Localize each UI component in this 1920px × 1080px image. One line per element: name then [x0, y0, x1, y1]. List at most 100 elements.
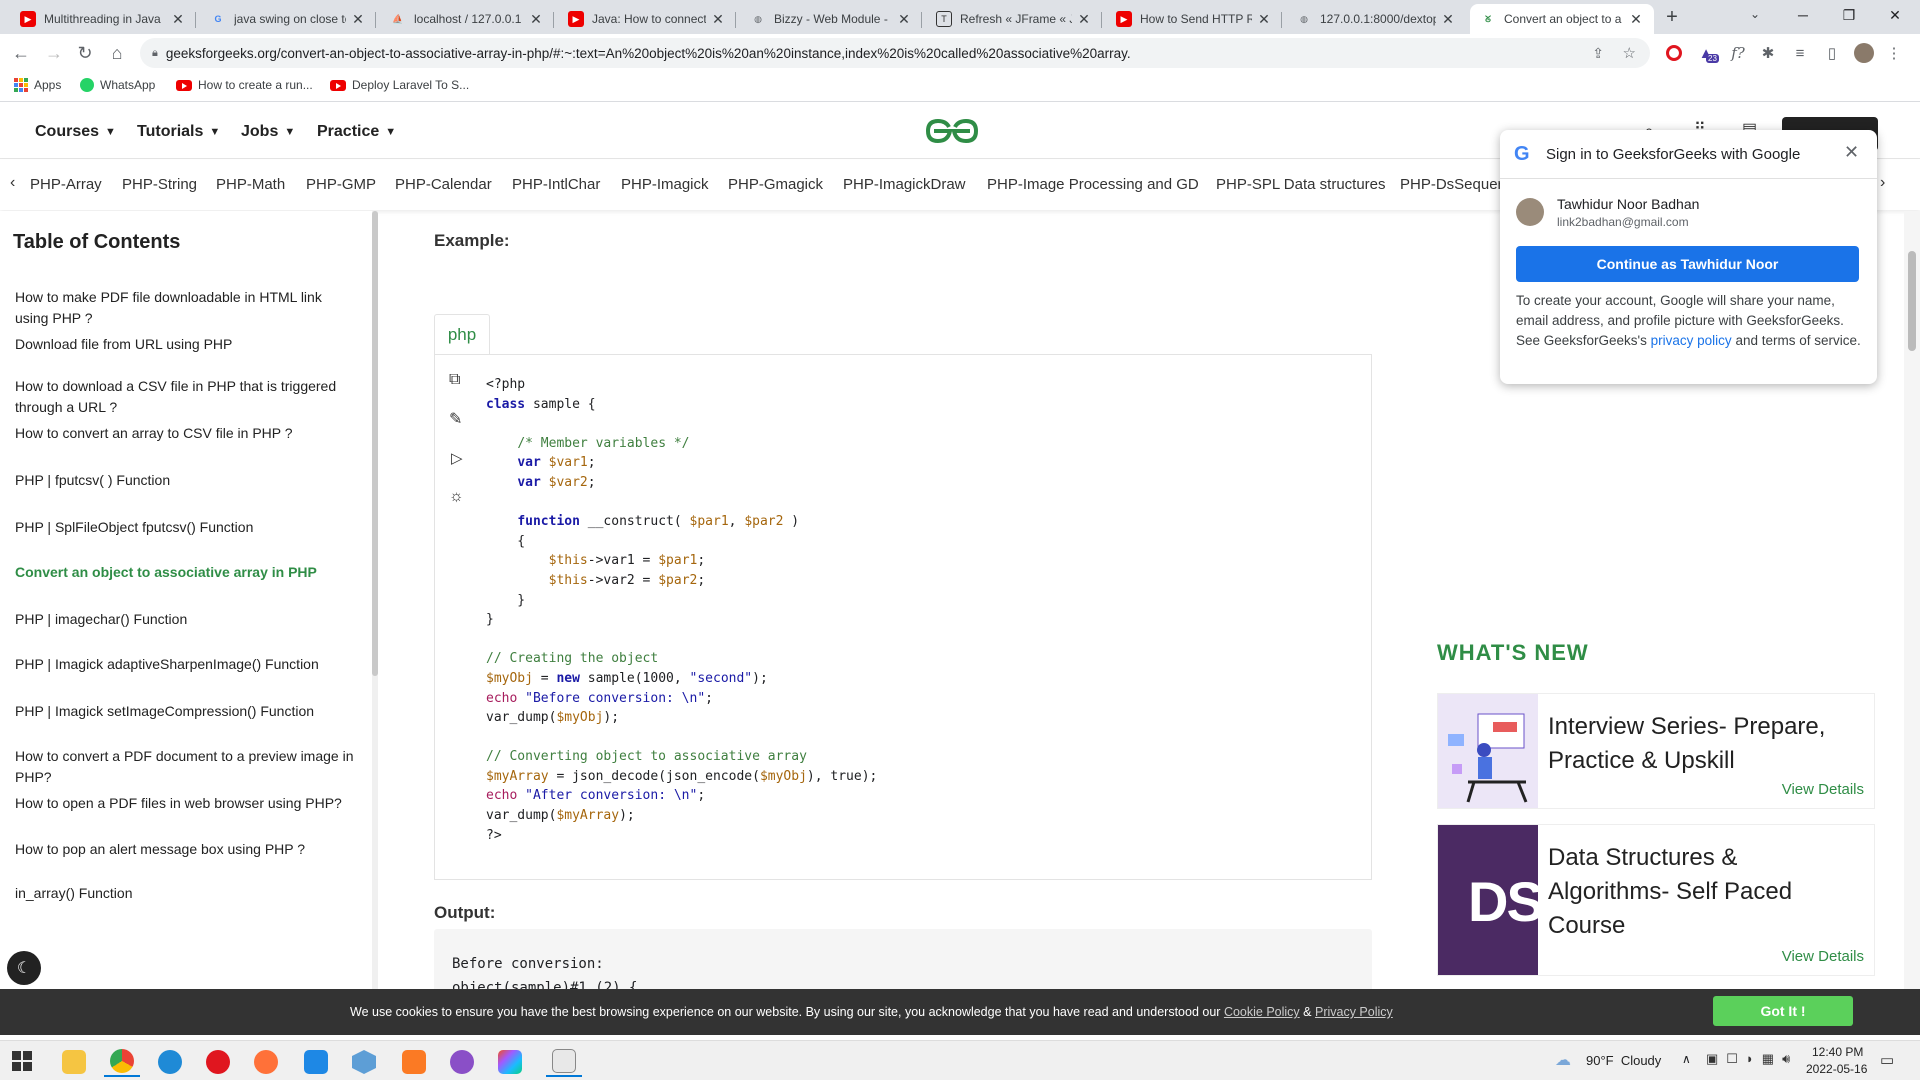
edit-icon[interactable]: ✎: [449, 409, 462, 429]
close-icon[interactable]: ✕: [1844, 142, 1859, 163]
bookmark-star-icon[interactable]: ☆: [1623, 44, 1636, 62]
toc-item[interactable]: Download file from URL using PHP: [15, 334, 355, 355]
bookmark-create-run[interactable]: How to create a run...: [176, 78, 313, 92]
home-icon[interactable]: ⌂: [106, 42, 128, 64]
subnav-item[interactable]: PHP-IntlChar: [512, 176, 600, 193]
copy-icon[interactable]: ⧉: [449, 371, 460, 389]
menu-practice[interactable]: Practice ▼: [317, 123, 396, 141]
toc-item[interactable]: in_array() Function: [15, 883, 355, 904]
subnav-item[interactable]: PHP-String: [122, 176, 197, 193]
subnav-item[interactable]: PHP-GMP: [306, 176, 376, 193]
toc-item[interactable]: How to pop an alert message box using PH…: [15, 839, 355, 860]
minimize-icon[interactable]: ─: [1780, 0, 1826, 30]
privacy-policy-link[interactable]: privacy policy: [1651, 333, 1732, 348]
dark-mode-toggle[interactable]: ☾: [7, 951, 41, 985]
toc-item[interactable]: PHP | Imagick setImageCompression() Func…: [15, 701, 355, 722]
toc-item[interactable]: How to make PDF file downloadable in HTM…: [15, 287, 355, 329]
clock-time[interactable]: 12:40 PM: [1812, 1045, 1863, 1059]
close-tab-icon[interactable]: ✕: [350, 11, 366, 28]
page-scrollbar[interactable]: [1904, 211, 1920, 989]
bookmark-apps[interactable]: Apps: [14, 78, 61, 92]
toc-item[interactable]: PHP | SplFileObject fputcsv() Function: [15, 517, 355, 538]
file-explorer-icon[interactable]: [56, 1047, 92, 1077]
new-tab-button[interactable]: +: [1660, 5, 1684, 29]
xampp-icon[interactable]: [396, 1047, 432, 1077]
gfg-logo[interactable]: [922, 115, 982, 152]
close-tab-icon[interactable]: ✕: [1076, 11, 1092, 28]
tray-chevron-icon[interactable]: ∧: [1682, 1052, 1691, 1066]
subnav-item[interactable]: PHP-Math: [216, 176, 285, 193]
bookmark-whatsapp[interactable]: WhatsApp: [80, 78, 155, 92]
close-tab-icon[interactable]: ✕: [1628, 11, 1644, 28]
subnav-item[interactable]: PHP-Array: [30, 176, 102, 193]
cookie-policy-link[interactable]: Cookie Policy: [1224, 1005, 1300, 1019]
restore-icon[interactable]: ❐: [1826, 0, 1872, 30]
toc-item[interactable]: PHP | fputcsv( ) Function: [15, 470, 355, 491]
windows-start-icon[interactable]: [12, 1051, 32, 1071]
browser-tab[interactable]: T Refresh « JFrame « Jav ✕: [926, 4, 1102, 34]
toc-item[interactable]: Convert an object to associative array i…: [15, 562, 355, 583]
browser-tab[interactable]: ▶ Java: How to connect ✕: [558, 4, 736, 34]
github-icon[interactable]: [444, 1047, 480, 1077]
subnav-item[interactable]: PHP-SPL Data structures: [1216, 176, 1386, 193]
opera-extension-icon[interactable]: [1664, 43, 1684, 63]
browser-tab[interactable]: ▶ How to Send HTTP Re ✕: [1106, 4, 1282, 34]
close-tab-icon[interactable]: ✕: [896, 11, 912, 28]
privacy-policy-link[interactable]: Privacy Policy: [1315, 1005, 1393, 1019]
browser-tab[interactable]: ▶ Multithreading in Java ✕: [10, 4, 196, 34]
subnav-item[interactable]: PHP-Image Processing and GD: [987, 176, 1199, 193]
course-card-interview[interactable]: Interview Series- Prepare, Practice & Up…: [1437, 693, 1875, 809]
menu-jobs[interactable]: Jobs ▼: [241, 123, 295, 141]
forward-icon[interactable]: →: [43, 42, 65, 64]
toc-item[interactable]: How to convert an array to CSV file in P…: [15, 423, 355, 444]
profile-avatar[interactable]: [1854, 43, 1874, 63]
continue-button[interactable]: Continue as Tawhidur Noor: [1516, 246, 1859, 282]
extension-badge-icon[interactable]: ▲ 23: [1696, 43, 1719, 63]
subnav-item[interactable]: PHP-Gmagick: [728, 176, 823, 193]
subnav-item[interactable]: PHP-DsSequer: [1400, 176, 1503, 193]
chevron-left-icon[interactable]: ‹: [10, 174, 15, 192]
browser-tab[interactable]: ◍ Bizzy - Web Module - ✕: [740, 4, 922, 34]
browser-tab[interactable]: ᘜ Convert an object to a ✕: [1470, 4, 1654, 34]
bookmark-deploy-laravel[interactable]: Deploy Laravel To S...: [330, 78, 469, 92]
close-tab-icon[interactable]: ✕: [710, 11, 726, 28]
code-tab-php[interactable]: php: [434, 314, 490, 356]
side-panel-icon[interactable]: ▯: [1822, 43, 1842, 63]
back-icon[interactable]: ←: [10, 42, 32, 64]
vscode-icon[interactable]: [298, 1047, 334, 1077]
browser-tab[interactable]: Gjava swing on close to ✕: [200, 4, 376, 34]
tab-search-icon[interactable]: ⌄: [1750, 7, 1760, 21]
tray-icons[interactable]: ▣☐◗▦🔊︎: [1706, 1051, 1798, 1067]
toc-item[interactable]: PHP | imagechar() Function: [15, 609, 355, 630]
view-details-link[interactable]: View Details: [1782, 781, 1864, 798]
extensions-puzzle-icon[interactable]: ✱: [1758, 43, 1778, 63]
sidebar-scrollbar[interactable]: [372, 211, 378, 989]
chevron-right-icon[interactable]: ›: [1880, 174, 1885, 192]
notification-center-icon[interactable]: ▭: [1880, 1051, 1894, 1069]
toc-item[interactable]: How to open a PDF files in web browser u…: [15, 793, 355, 814]
address-bar[interactable]: 🔒︎ geeksforgeeks.org/convert-an-object-t…: [140, 38, 1650, 68]
run-icon[interactable]: ▷: [451, 449, 463, 467]
figma-icon[interactable]: [492, 1047, 528, 1077]
opera-icon[interactable]: [200, 1047, 236, 1077]
theme-icon[interactable]: ☼: [449, 488, 464, 506]
edge-icon[interactable]: [152, 1047, 188, 1077]
share-icon[interactable]: ⇪: [1592, 45, 1604, 62]
firefox-icon[interactable]: [248, 1047, 284, 1077]
close-tab-icon[interactable]: ✕: [1440, 11, 1456, 28]
close-window-icon[interactable]: ✕: [1872, 0, 1918, 30]
reading-list-icon[interactable]: ≡: [1790, 43, 1810, 63]
java-icon[interactable]: [546, 1047, 582, 1077]
toc-item[interactable]: How to download a CSV file in PHP that i…: [15, 376, 355, 418]
browser-menu-icon[interactable]: ⋮: [1884, 43, 1904, 63]
formula-extension-icon[interactable]: f?: [1728, 43, 1748, 63]
subnav-item[interactable]: PHP-ImagickDraw: [843, 176, 966, 193]
menu-courses[interactable]: Courses ▼: [35, 123, 116, 141]
reload-icon[interactable]: ↻: [74, 42, 96, 64]
clock-date[interactable]: 2022-05-16: [1806, 1062, 1867, 1076]
close-tab-icon[interactable]: ✕: [1256, 11, 1272, 28]
weather-text[interactable]: 90°F Cloudy: [1586, 1053, 1661, 1068]
browser-tab[interactable]: ⛵ localhost / 127.0.0.1 / ✕: [380, 4, 554, 34]
subnav-item[interactable]: PHP-Calendar: [395, 176, 492, 193]
weather-icon[interactable]: ☁: [1555, 1050, 1571, 1070]
